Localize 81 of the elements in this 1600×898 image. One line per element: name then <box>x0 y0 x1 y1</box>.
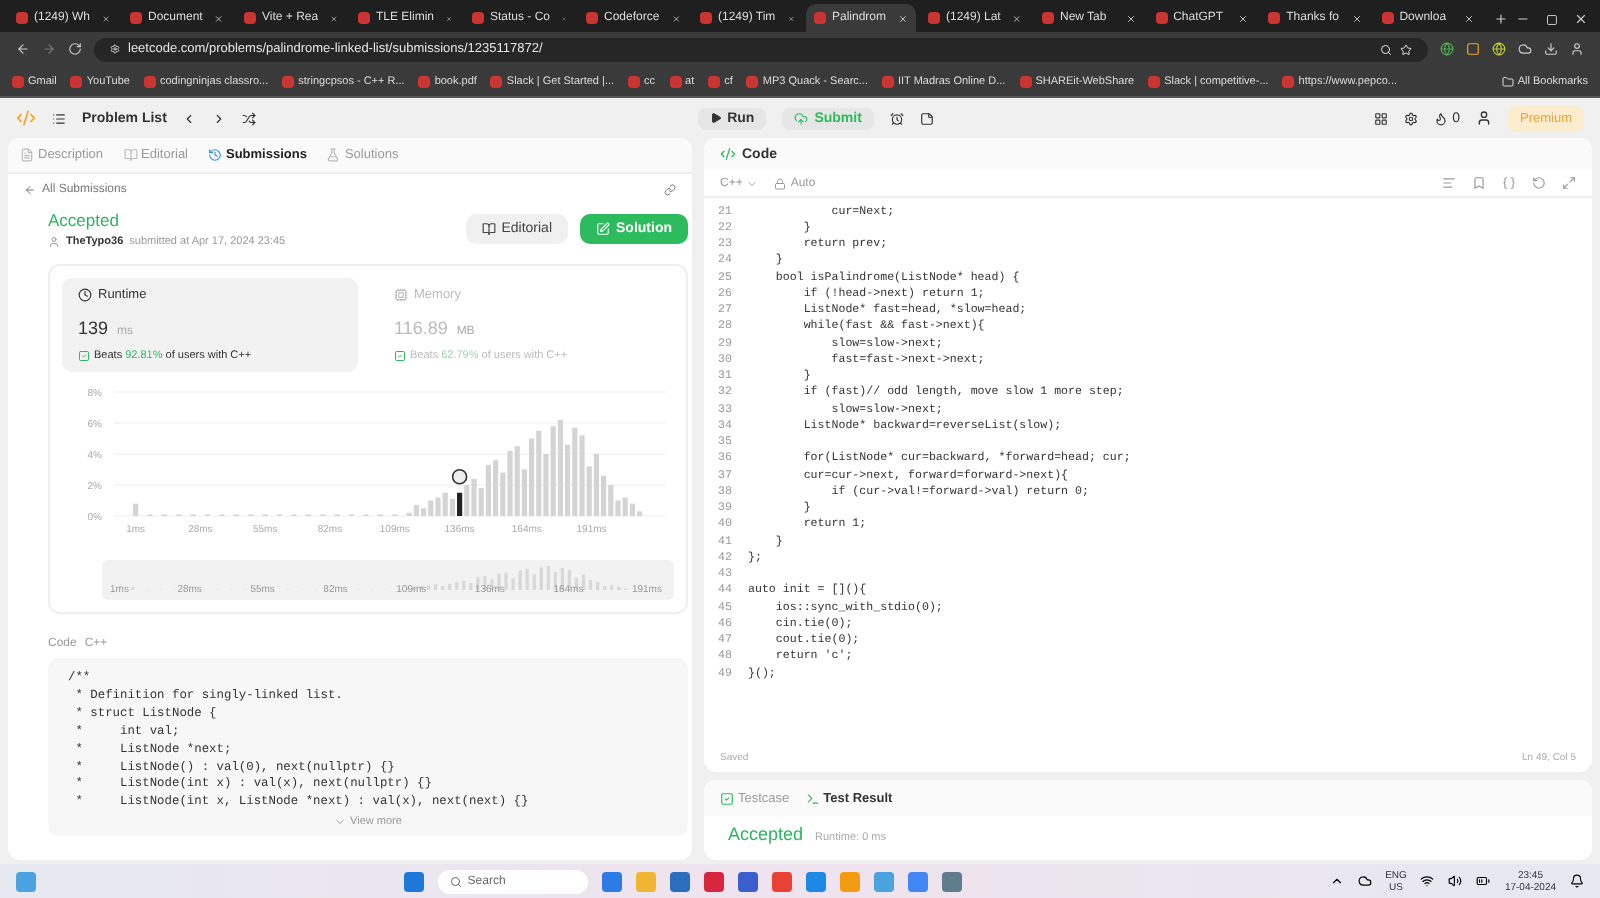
note-icon[interactable] <box>919 111 934 125</box>
format-icon[interactable] <box>1442 176 1456 190</box>
back-icon <box>24 184 36 196</box>
expand-icon[interactable] <box>1562 176 1576 190</box>
metric-value: 116.89 <box>394 318 448 338</box>
chevron-icon <box>746 177 759 189</box>
cloud-icon <box>1357 874 1372 888</box>
app-icon[interactable] <box>703 871 724 891</box>
tab-icon <box>20 148 34 162</box>
timer-icon[interactable] <box>889 111 904 125</box>
app-icon[interactable] <box>907 871 928 891</box>
metric-value: 139 <box>78 318 109 338</box>
tab-icon <box>326 148 341 162</box>
app-icon[interactable] <box>771 871 792 891</box>
reset-icon[interactable] <box>1532 176 1546 190</box>
app-icon[interactable] <box>805 871 826 891</box>
logo-icon <box>16 108 36 128</box>
flame-icon <box>1434 111 1449 125</box>
previous-icon[interactable] <box>182 111 197 125</box>
tab-icon <box>123 148 138 162</box>
search-icon <box>449 875 462 887</box>
avatar-icon <box>48 236 60 248</box>
close-icon <box>1012 13 1022 23</box>
braces-icon[interactable] <box>1502 176 1516 190</box>
profile-icon <box>1570 42 1584 56</box>
battery-icon <box>1476 874 1491 888</box>
zoom-icon <box>1380 43 1392 55</box>
new-tab-icon[interactable] <box>1494 12 1509 26</box>
close-icon <box>214 13 224 23</box>
wifi-icon <box>1420 874 1435 888</box>
forward-icon[interactable] <box>42 42 56 56</box>
minimize-icon <box>1516 12 1531 26</box>
extension-icon <box>1518 42 1532 56</box>
bell-icon[interactable] <box>1570 874 1585 888</box>
folder-icon <box>1501 75 1514 87</box>
extension-icon <box>1466 42 1480 56</box>
cloud-upload-icon <box>794 111 809 125</box>
maximize-icon <box>1546 14 1559 26</box>
badge-icon <box>78 350 90 362</box>
windows-icon[interactable] <box>403 871 424 891</box>
back-icon[interactable] <box>16 42 30 56</box>
next-icon[interactable] <box>212 111 227 125</box>
status-text: Accepted <box>48 210 121 230</box>
grid-icon[interactable] <box>1374 111 1389 125</box>
book-icon <box>481 222 496 236</box>
app-icon[interactable] <box>601 871 622 891</box>
download-icon <box>1544 42 1558 56</box>
link-icon[interactable] <box>664 184 676 196</box>
histogram-bar <box>133 503 139 516</box>
shuffle-icon[interactable] <box>242 111 257 125</box>
play-icon <box>709 112 722 124</box>
tray-icon[interactable] <box>1329 874 1344 888</box>
app-icon[interactable] <box>873 871 894 891</box>
result-status: Accepted <box>728 824 804 844</box>
app-icon[interactable] <box>737 871 758 891</box>
chevron-icon <box>334 816 347 829</box>
tab-icon <box>208 148 222 162</box>
site-settings-icon <box>110 44 120 54</box>
settings-icon[interactable] <box>1404 111 1419 125</box>
app-icon[interactable] <box>941 871 962 891</box>
extension-icon <box>1492 42 1506 56</box>
terminal-icon <box>805 791 820 805</box>
clock-icon <box>78 288 92 302</box>
app-icon[interactable] <box>669 871 690 891</box>
chip-icon <box>394 288 408 302</box>
widgets-icon[interactable] <box>16 871 36 891</box>
volume-icon <box>1448 874 1463 888</box>
close-icon <box>671 13 680 23</box>
bookmark-icon[interactable] <box>1472 176 1486 190</box>
pen-icon <box>596 222 610 236</box>
checkbox-icon <box>720 791 734 805</box>
list-icon <box>52 111 66 125</box>
star-icon <box>1400 43 1412 55</box>
code-icon <box>720 146 736 162</box>
lock-icon <box>774 177 787 189</box>
badge-icon <box>394 350 406 362</box>
reload-icon[interactable] <box>68 42 82 56</box>
avatar-icon[interactable] <box>1476 110 1492 126</box>
extension-icon <box>1440 42 1454 56</box>
highlighted-bar <box>457 492 463 516</box>
close-icon <box>1574 12 1588 26</box>
